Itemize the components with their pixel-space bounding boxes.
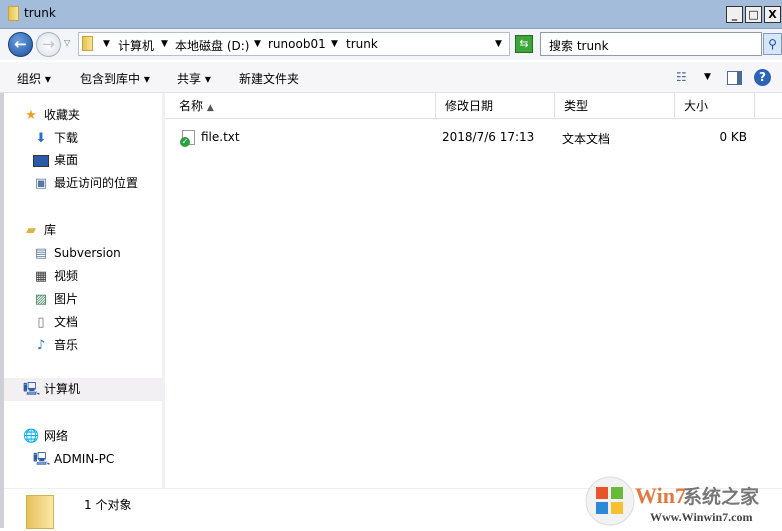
breadcrumb-computer[interactable]: 计算机 (118, 37, 154, 54)
nav-label: 计算机 (44, 382, 81, 396)
new-folder-button[interactable]: 新建文件夹 (239, 70, 299, 87)
nav-label: ADMIN-PC (54, 452, 115, 466)
nav-label: 文档 (54, 315, 79, 329)
organize-button[interactable]: 组织 ▾ (17, 70, 51, 87)
nav-label: 桌面 (54, 153, 79, 167)
file-type: 文本文档 (562, 132, 611, 146)
item-count: 1 个对象 (84, 498, 132, 512)
column-type[interactable]: 类型 (555, 93, 675, 119)
nav-label: 网络 (44, 429, 69, 443)
column-modified[interactable]: 修改日期 (436, 93, 555, 119)
close-button[interactable]: X (764, 6, 781, 23)
minimize-button[interactable]: _ (726, 6, 743, 23)
file-size: 0 KB (719, 130, 747, 144)
nav-label: 最近访问的位置 (54, 176, 139, 190)
nav-admin-pc[interactable]: 🖳 ADMIN-PC (33, 449, 114, 469)
nav-label: 库 (44, 223, 57, 237)
search-input[interactable]: 搜索 trunk (540, 32, 762, 56)
column-label: 名称 (179, 99, 204, 113)
file-list: 名称 ▲ 修改日期 类型 大小 ✓ file.txt 2018/7/6 17:1… (165, 93, 782, 488)
title-bar: trunk _ □ X (0, 0, 782, 29)
breadcrumb-trunk[interactable]: trunk (346, 37, 378, 51)
nav-music[interactable]: ♪ 音乐 (33, 335, 78, 355)
column-size[interactable]: 大小 (675, 93, 755, 119)
navigation-pane: ★ 收藏夹 ⬇ 下载 桌面 ▣ 最近访问的位置 ▰ 库 ▤ Subversion ▦ 视频 … (4, 93, 162, 488)
column-name[interactable]: 名称 ▲ (170, 93, 436, 119)
nav-label: 下载 (54, 131, 79, 145)
pictures-icon: ▨ (34, 291, 48, 307)
window-title: trunk (24, 6, 56, 20)
folder-icon (8, 6, 19, 21)
sort-ascending-icon: ▲ (206, 103, 214, 113)
computer-icon: 🖳 (23, 381, 41, 397)
back-button[interactable]: ← (8, 32, 33, 57)
crumb-separator[interactable]: ▼ (331, 39, 338, 49)
recent-places-icon: ▣ (34, 175, 48, 191)
svg-text:系统之家: 系统之家 (683, 485, 760, 508)
help-icon[interactable]: ? (754, 69, 771, 86)
table-row[interactable]: ✓ file.txt 2018/7/6 17:13 文本文档 0 KB (165, 123, 782, 147)
nav-libraries[interactable]: ▰ 库 (23, 220, 56, 240)
view-options-icon[interactable]: ☷ (676, 70, 687, 84)
crumb-separator[interactable]: ▼ (103, 39, 110, 49)
nav-pictures[interactable]: ▨ 图片 (33, 289, 78, 309)
nav-label: 视频 (54, 269, 79, 283)
include-in-library-button[interactable]: 包含到库中 ▾ (80, 70, 150, 87)
recent-pages-dropdown[interactable]: ▽ (64, 38, 70, 47)
preview-pane-icon[interactable] (727, 71, 742, 85)
maximize-button[interactable]: □ (745, 6, 762, 23)
nav-label: 图片 (54, 292, 79, 306)
nav-desktop[interactable]: 桌面 (33, 150, 78, 170)
music-icon: ♪ (36, 337, 46, 353)
document-library-icon: ▤ (34, 245, 48, 261)
address-bar[interactable]: ▼ 计算机 ▼ 本地磁盘 (D:) ▼ runoob01 ▼ trunk ▼ (78, 32, 510, 56)
network-icon: 🌐 (23, 428, 40, 444)
address-history-dropdown[interactable]: ▼ (495, 39, 502, 49)
svg-text:Win7: Win7 (635, 483, 686, 508)
command-bar: 组织 ▾ 包含到库中 ▾ 共享 ▾ 新建文件夹 ☷ ▼ ? (0, 62, 782, 93)
svg-text:Www.Winwin7.com: Www.Winwin7.com (650, 510, 752, 524)
star-icon: ★ (25, 107, 37, 123)
folder-icon (82, 36, 93, 51)
watermark-logo-image: Win7 系统之家 Www.Winwin7.com (585, 476, 760, 526)
refresh-icon[interactable]: ⇆ (515, 35, 533, 53)
file-modified: 2018/7/6 17:13 (442, 130, 535, 144)
downloads-icon: ⬇ (35, 130, 47, 146)
folder-icon (26, 495, 54, 529)
breadcrumb-runoob01[interactable]: runoob01 (268, 37, 326, 51)
video-icon: ▦ (34, 268, 48, 284)
crumb-separator[interactable]: ▼ (254, 39, 261, 49)
crumb-separator[interactable]: ▼ (161, 39, 168, 49)
nav-label: 音乐 (54, 338, 79, 352)
nav-videos[interactable]: ▦ 视频 (33, 266, 78, 286)
svn-text-file-icon: ✓ (180, 130, 195, 147)
computer-icon: 🖳 (33, 451, 51, 467)
watermark-logo: Win7 系统之家 Www.Winwin7.com (580, 475, 782, 528)
nav-computer[interactable]: 🖳 计算机 (4, 378, 162, 401)
forward-button[interactable]: → (36, 32, 61, 57)
nav-documents[interactable]: ▯ 文档 (33, 312, 78, 332)
nav-downloads[interactable]: ⬇ 下载 (33, 128, 78, 148)
column-headers: 名称 ▲ 修改日期 类型 大小 (165, 93, 782, 119)
address-row: ← → ▽ ▼ 计算机 ▼ 本地磁盘 (D:) ▼ runoob01 ▼ tru… (0, 29, 782, 60)
libraries-icon: ▰ (26, 222, 36, 238)
nav-subversion[interactable]: ▤ Subversion (33, 243, 121, 263)
file-name: file.txt (201, 130, 240, 144)
desktop-icon (33, 154, 49, 167)
nav-label: 收藏夹 (44, 108, 81, 122)
search-icon[interactable]: ⚲ (763, 33, 782, 55)
nav-favorites[interactable]: ★ 收藏夹 (23, 105, 80, 125)
share-button[interactable]: 共享 ▾ (177, 70, 211, 87)
view-dropdown-icon[interactable]: ▼ (704, 72, 711, 82)
breadcrumb-drive[interactable]: 本地磁盘 (D:) (175, 37, 249, 54)
nav-recent-places[interactable]: ▣ 最近访问的位置 (33, 173, 138, 193)
nav-label: Subversion (54, 246, 121, 260)
documents-icon: ▯ (37, 314, 45, 330)
nav-network[interactable]: 🌐 网络 (23, 426, 68, 446)
